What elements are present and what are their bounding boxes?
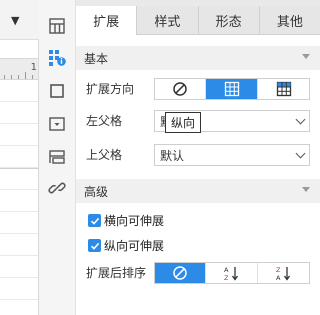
link-icon[interactable] [45,176,69,200]
section-advanced-title: 高级 [84,184,109,199]
cell-grid[interactable] [0,80,38,315]
tab-form[interactable]: 形态 [199,6,260,34]
direction-vertical-option[interactable] [206,79,258,99]
ruler-tick [25,72,26,79]
tab-style[interactable]: 样式 [137,6,199,34]
cell-attr-icon[interactable] [45,46,69,70]
tooltip-text: 纵向 [171,116,196,130]
sort-ascending-option[interactable]: A Z [206,263,258,283]
sort-order-toggle: A Z Z A [154,262,310,284]
horizontal-expand-icon [276,81,291,97]
vertical-expand-icon [224,81,239,97]
collapse-caret-icon[interactable] [302,54,310,59]
border-icon[interactable] [45,79,69,103]
left-parent-label: 左父格 [86,114,123,128]
grid-line [0,168,38,169]
ruler-tick [18,75,19,79]
no-expand-icon [173,82,187,96]
sort-ascending-icon: A Z [224,266,238,281]
direction-none-option[interactable] [155,79,206,99]
sort-after-expand-label: 扩展后排序 [86,266,147,280]
direction-tooltip: 纵向 [165,112,202,133]
no-sort-icon [173,266,187,280]
layout-icon[interactable] [45,145,69,169]
svg-text:A: A [276,274,281,281]
dropdown-indicator-icon[interactable]: ▼ [11,14,19,27]
horizontal-expand-checkbox[interactable]: 横向可伸展 [88,212,164,229]
expand-direction-label: 扩展方向 [86,82,135,96]
top-parent-label: 上父格 [86,148,123,162]
section-basic-header[interactable]: 基本 [76,46,320,70]
svg-text:A: A [224,266,229,274]
ruler-tick [4,75,5,79]
svg-text:Z: Z [224,274,229,281]
sort-none-option[interactable] [155,263,206,283]
horizontal-expand-label: 横向可伸展 [104,214,165,228]
expand-direction-toggle [154,78,310,100]
collapse-caret-icon[interactable] [302,187,310,192]
top-parent-select[interactable]: 默认 [154,144,310,166]
horizontal-ruler: 1 [0,58,38,80]
cell-structure-icon[interactable] [45,14,69,38]
vertical-expand-label: 纵向可伸展 [104,239,165,253]
ruler-tick [32,75,33,79]
top-parent-value: 默认 [160,148,185,163]
property-tabs: 扩展 样式 形态 其他 [76,6,320,35]
dropdown-widget-icon[interactable] [45,112,69,136]
tab-other[interactable]: 其他 [260,6,320,34]
tab-expand[interactable]: 扩展 [76,6,138,35]
sort-descending-icon: Z A [276,266,290,281]
direction-horizontal-option[interactable] [258,79,309,99]
section-advanced-header[interactable]: 高级 [76,179,320,203]
checkbox-checked-icon[interactable] [88,239,101,252]
chevron-down-icon [295,148,306,159]
property-icon-bar [39,0,76,315]
ruler-number: 1 [30,62,37,73]
report-canvas-pane: ▼ 1 [0,0,39,315]
section-basic-title: 基本 [84,51,109,66]
sort-descending-option[interactable]: Z A [258,263,309,283]
cell-property-panel: 扩展 样式 形态 其他 基本 扩展方向 左父格 上父格 默认 高级 横向可伸展 … [76,0,320,315]
ruler-tick [11,75,12,79]
chevron-down-icon [295,114,306,125]
vertical-expand-checkbox[interactable]: 纵向可伸展 [88,237,164,254]
toolbar-fragment: ▼ [0,0,39,40]
svg-text:Z: Z [276,266,281,274]
checkbox-checked-icon[interactable] [88,214,101,227]
